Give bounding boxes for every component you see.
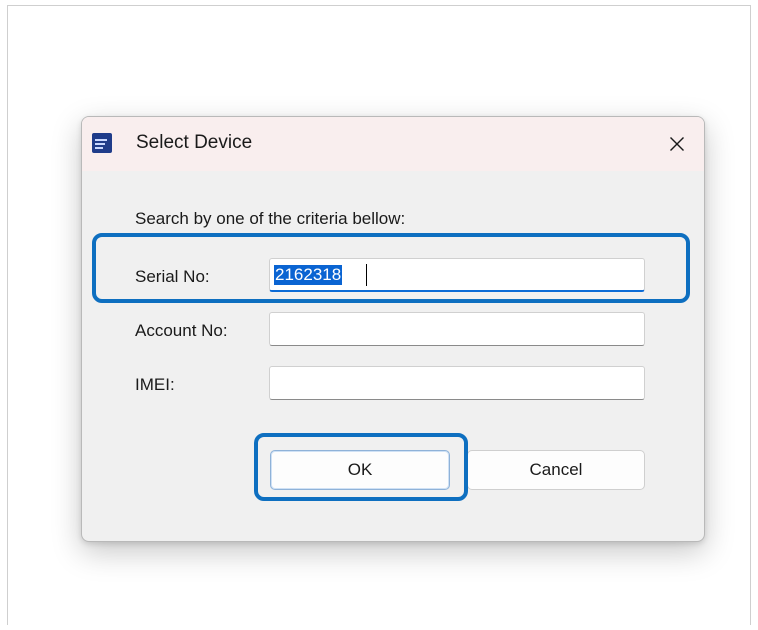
select-device-dialog: Select Device Search by one of the crite…: [81, 116, 705, 542]
ok-button[interactable]: OK: [270, 450, 450, 490]
serial-no-label: Serial No:: [135, 267, 210, 286]
account-no-input[interactable]: [269, 312, 645, 346]
account-no-label: Account No:: [135, 321, 228, 340]
text-caret: [366, 264, 367, 286]
serial-no-value: 2162318: [274, 265, 343, 285]
dialog-title: Select Device: [136, 132, 253, 153]
serial-no-input[interactable]: 2162318: [269, 258, 645, 292]
imei-label: IMEI:: [135, 375, 175, 394]
cancel-button[interactable]: Cancel: [467, 450, 645, 490]
app-logo-icon: [92, 133, 112, 153]
close-button[interactable]: [650, 117, 704, 171]
dialog-titlebar[interactable]: Select Device: [82, 117, 704, 171]
imei-input[interactable]: [269, 366, 645, 400]
search-instruction: Search by one of the criteria bellow:: [135, 209, 406, 228]
close-icon: [669, 136, 685, 152]
